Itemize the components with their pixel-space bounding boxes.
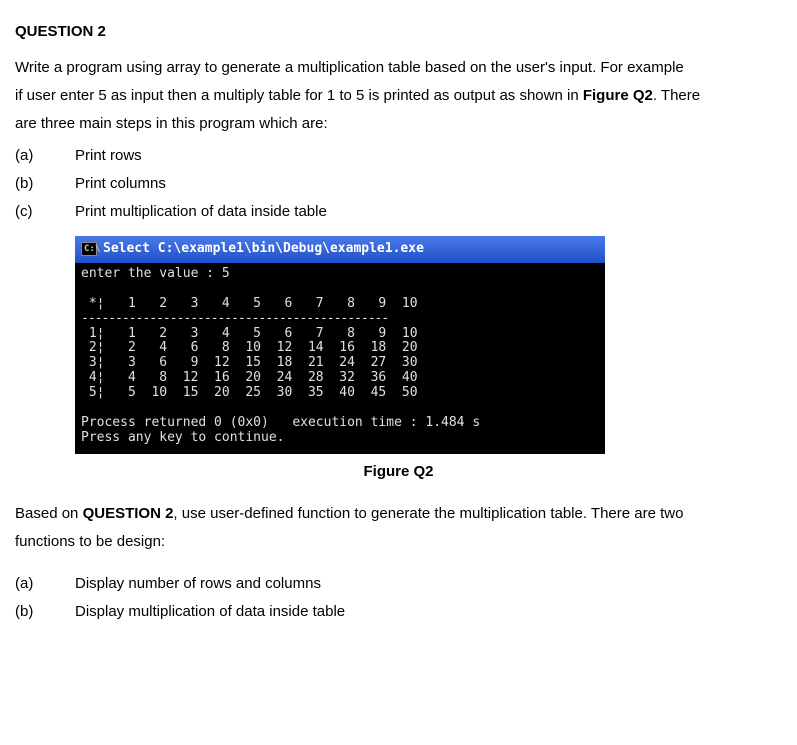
- step-a-label: (a): [15, 144, 75, 168]
- console-row-1: 1¦ 1 2 3 4 5 6 7 8 9 10: [81, 326, 418, 341]
- followup-a-text: Display number of rows and columns: [75, 572, 321, 596]
- followup-line-1-bold: QUESTION 2: [83, 505, 174, 522]
- intro-line-1: Write a program using array to generate …: [15, 56, 782, 80]
- followup-b-text: Display multiplication of data inside ta…: [75, 600, 345, 624]
- intro-line-3: are three main steps in this program whi…: [15, 112, 782, 136]
- followup-a: (a) Display number of rows and columns: [15, 572, 782, 596]
- step-b: (b) Print columns: [15, 172, 782, 196]
- console-titlebar: C:\ Select C:\example1\bin\Debug\example…: [75, 236, 605, 263]
- followup-b-label: (b): [15, 600, 75, 624]
- console-header-row: *¦ 1 2 3 4 5 6 7 8 9 10: [81, 296, 418, 311]
- intro-line-2-prefix: if user enter 5 as input then a multiply…: [15, 87, 583, 104]
- followup-list: (a) Display number of rows and columns (…: [15, 572, 782, 624]
- step-b-label: (b): [15, 172, 75, 196]
- followup-line-1: Based on QUESTION 2, use user-defined fu…: [15, 502, 782, 526]
- step-c: (c) Print multiplication of data inside …: [15, 200, 782, 224]
- question-heading: QUESTION 2: [15, 20, 782, 44]
- console-row-3: 3¦ 3 6 9 12 15 18 21 24 27 30: [81, 355, 418, 370]
- steps-list: (a) Print rows (b) Print columns (c) Pri…: [15, 144, 782, 224]
- intro-line-2: if user enter 5 as input then a multiply…: [15, 84, 782, 108]
- followup-line-1-suffix: , use user-defined function to generate …: [173, 505, 683, 522]
- step-c-label: (c): [15, 200, 75, 224]
- step-c-text: Print multiplication of data inside tabl…: [75, 200, 327, 224]
- followup-b: (b) Display multiplication of data insid…: [15, 600, 782, 624]
- console-row-5: 5¦ 5 10 15 20 25 30 35 40 45 50: [81, 385, 418, 400]
- step-a: (a) Print rows: [15, 144, 782, 168]
- followup-a-label: (a): [15, 572, 75, 596]
- console-window: C:\ Select C:\example1\bin\Debug\example…: [75, 236, 605, 454]
- console-title: Select C:\example1\bin\Debug\example1.ex…: [103, 239, 424, 260]
- console-prompt: enter the value : 5: [81, 266, 230, 281]
- step-a-text: Print rows: [75, 144, 142, 168]
- figure-caption: Figure Q2: [15, 460, 782, 484]
- console-body: enter the value : 5 *¦ 1 2 3 4 5 6 7 8 9…: [75, 263, 605, 454]
- followup-line-1-prefix: Based on: [15, 505, 83, 522]
- console-divider: ----------------------------------------…: [81, 311, 388, 326]
- console-footer-2: Press any key to continue.: [81, 430, 285, 445]
- console-row-4: 4¦ 4 8 12 16 20 24 28 32 36 40: [81, 370, 418, 385]
- console-row-2: 2¦ 2 4 6 8 10 12 14 16 18 20: [81, 340, 418, 355]
- followup-line-2: functions to be design:: [15, 530, 782, 554]
- cmd-icon: C:\: [81, 242, 97, 256]
- step-b-text: Print columns: [75, 172, 166, 196]
- intro-line-2-suffix: . There: [653, 87, 700, 104]
- intro-line-2-bold: Figure Q2: [583, 87, 653, 104]
- console-footer-1: Process returned 0 (0x0) execution time …: [81, 415, 480, 430]
